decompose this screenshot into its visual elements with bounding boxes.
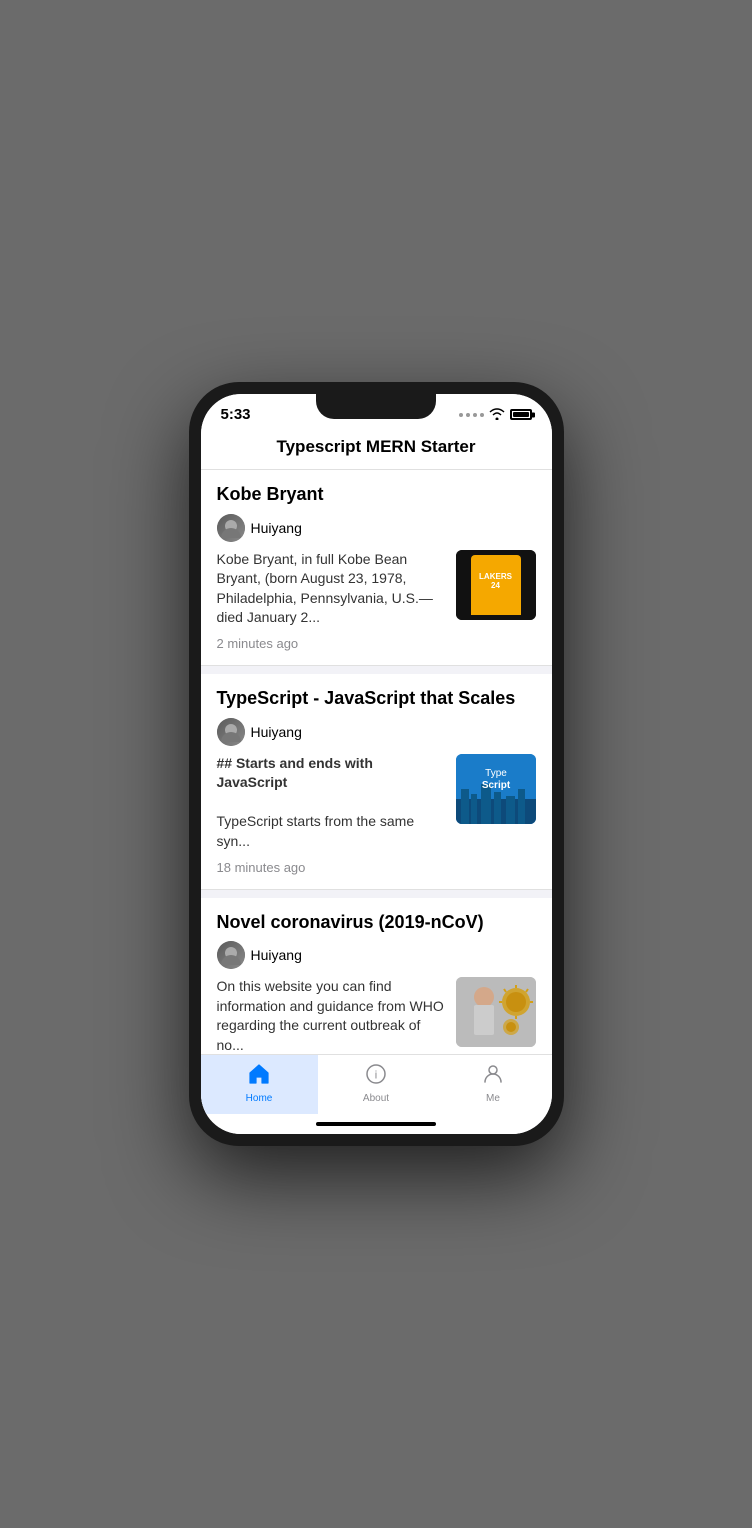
article-card-typescript[interactable]: TypeScript - JavaScript that Scales Huiy… [201, 674, 552, 890]
article-time: 18 minutes ago [217, 860, 536, 875]
svg-text:LAKERS: LAKERS [479, 575, 513, 584]
article-image-kobe: LAKERS 24 [456, 550, 536, 620]
author-row: Huiyang [217, 718, 536, 746]
article-title: Kobe Bryant [217, 484, 536, 506]
content-scroll[interactable]: Kobe Bryant Huiyang Kobe Bryant, in full… [201, 470, 552, 1054]
article-text: On this website you can find information… [217, 977, 446, 1054]
avatar [217, 941, 245, 969]
avatar [217, 718, 245, 746]
author-name: Huiyang [251, 724, 302, 740]
article-image-covid [456, 977, 536, 1047]
person-icon [482, 1063, 504, 1090]
phone-frame: 5:33 Typescript MERN Starte [189, 382, 564, 1146]
home-icon [248, 1063, 270, 1090]
info-icon: i [365, 1063, 387, 1090]
battery-icon [510, 409, 532, 420]
article-time: 2 minutes ago [217, 636, 536, 651]
author-name: Huiyang [251, 947, 302, 963]
author-row: Huiyang [217, 941, 536, 969]
article-card-kobe[interactable]: Kobe Bryant Huiyang Kobe Bryant, in full… [201, 470, 552, 666]
article-body-row: ## Starts and ends with JavaScript TypeS… [217, 754, 536, 852]
svg-text:24: 24 [489, 585, 503, 599]
article-body-row: On this website you can find information… [217, 977, 536, 1054]
status-time: 5:33 [221, 406, 251, 423]
tab-home-label: Home [246, 1093, 273, 1104]
author-row: Huiyang [217, 514, 536, 542]
avatar [217, 514, 245, 542]
article-title: Novel coronavirus (2019-nCoV) [217, 912, 536, 934]
svg-text:Script: Script [481, 780, 510, 791]
article-image-typescript: Type Script [456, 754, 536, 824]
tab-bar: Home i About Me [201, 1054, 552, 1114]
author-name: Huiyang [251, 520, 302, 536]
svg-text:Type: Type [485, 768, 507, 779]
tab-about[interactable]: i About [318, 1055, 435, 1114]
notch [316, 394, 436, 419]
app-title: Typescript MERN Starter [276, 437, 475, 456]
article-card-covid[interactable]: Novel coronavirus (2019-nCoV) Huiyang On… [201, 898, 552, 1054]
tab-me[interactable]: Me [435, 1055, 552, 1114]
signal-icon [459, 413, 484, 417]
bottom-bar [201, 1114, 552, 1134]
nav-header: Typescript MERN Starter [201, 427, 552, 470]
home-indicator [316, 1122, 436, 1126]
wifi-icon [489, 407, 505, 423]
article-text: ## Starts and ends with JavaScript TypeS… [217, 754, 446, 852]
status-icons [459, 407, 532, 423]
tab-about-label: About [363, 1093, 389, 1104]
article-title: TypeScript - JavaScript that Scales [217, 688, 536, 710]
tab-me-label: Me [486, 1093, 500, 1104]
tab-home[interactable]: Home [201, 1055, 318, 1114]
svg-text:i: i [375, 1070, 377, 1082]
article-body-row: Kobe Bryant, in full Kobe Bean Bryant, (… [217, 550, 536, 628]
phone-screen: 5:33 Typescript MERN Starte [201, 394, 552, 1134]
article-text: Kobe Bryant, in full Kobe Bean Bryant, (… [217, 550, 446, 628]
